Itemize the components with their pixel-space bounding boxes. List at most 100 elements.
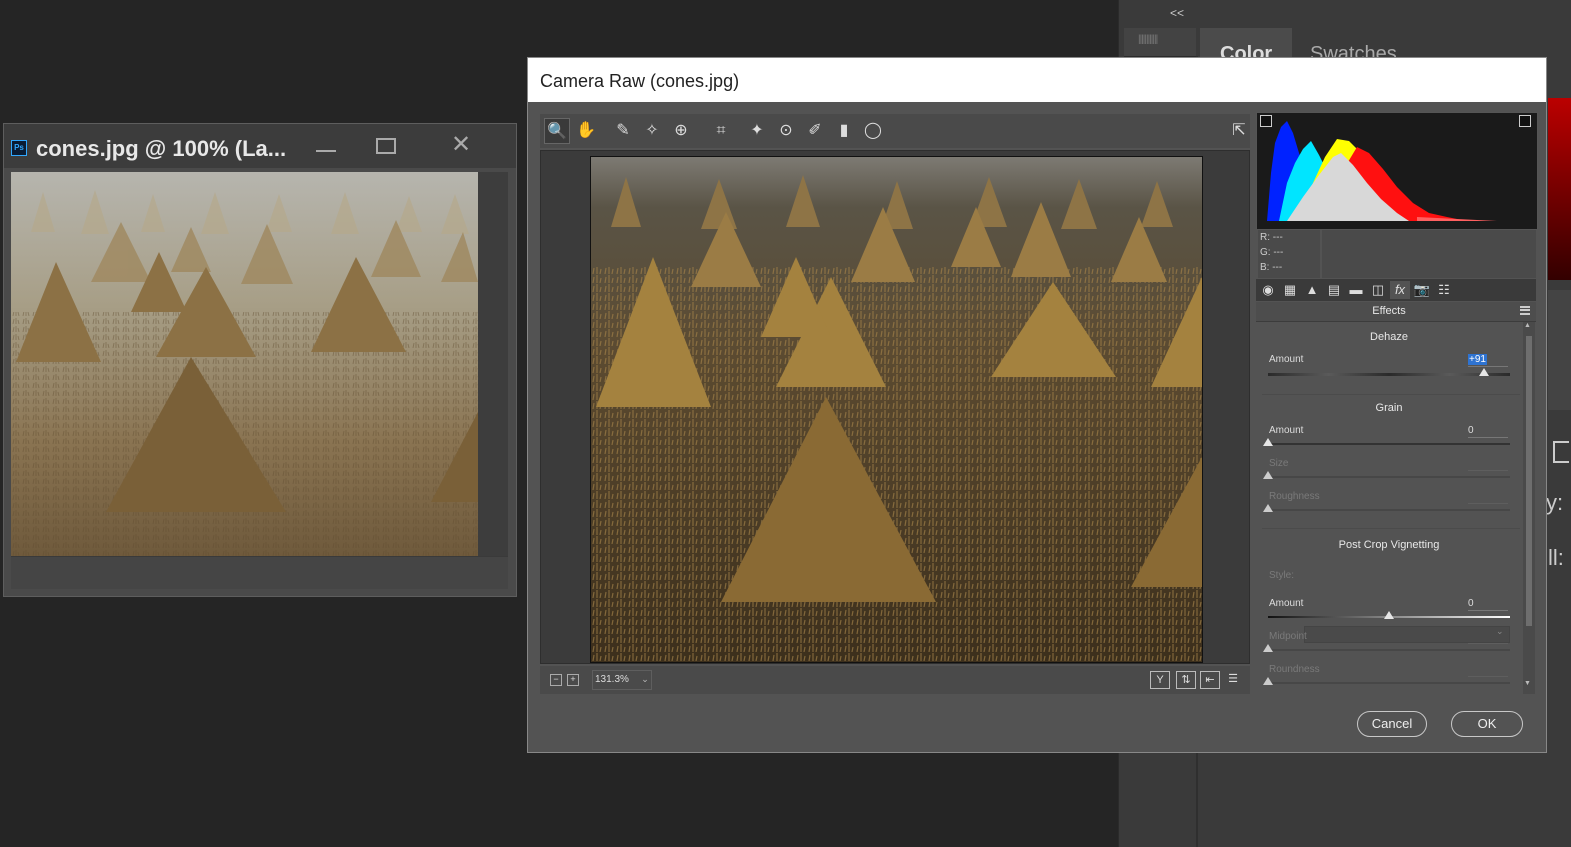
document-window: Ps cones.jpg @ 100% (La... ✕ bbox=[3, 123, 517, 597]
camera-calibration-tab-icon[interactable]: 📷 bbox=[1412, 281, 1432, 299]
scroll-up-icon[interactable]: ▲ bbox=[1524, 322, 1531, 329]
photoshop-icon: Ps bbox=[11, 140, 27, 156]
radial-filter-icon[interactable]: ◯ bbox=[860, 118, 886, 144]
panel-header: Effects bbox=[1256, 302, 1536, 322]
adjustment-brush-icon[interactable]: ✐ bbox=[802, 118, 828, 144]
zoom-out-button[interactable]: − bbox=[550, 674, 562, 686]
vignette-style-label: Style: bbox=[1269, 570, 1295, 581]
zoom-in-button[interactable]: + bbox=[567, 674, 579, 686]
preview-bottom-bar: − + 131.3% ⌄ Y ⇅ ⇤ ☰ bbox=[540, 666, 1250, 694]
hand-tool-icon[interactable]: ✋ bbox=[573, 118, 599, 144]
grip-icon: |||||||||||| bbox=[1138, 34, 1158, 45]
tone-curve-tab-icon[interactable]: ▦ bbox=[1280, 281, 1300, 299]
close-button[interactable]: ✕ bbox=[416, 128, 506, 162]
red-readout: R: --- bbox=[1260, 232, 1283, 243]
red-eye-icon[interactable]: ⊙ bbox=[773, 118, 799, 144]
vignette-roundness-label: Roundness bbox=[1269, 664, 1320, 675]
minimize-button[interactable] bbox=[300, 128, 356, 162]
grain-roughness-value bbox=[1468, 490, 1508, 504]
collapse-panels-icon[interactable]: << bbox=[1170, 6, 1184, 20]
grain-roughness-label: Roughness bbox=[1269, 491, 1320, 502]
swap-settings-icon[interactable]: ⇅ bbox=[1176, 671, 1196, 689]
grain-amount-thumb[interactable] bbox=[1263, 438, 1273, 446]
effects-panel: Dehaze Amount +91 Grain Amount 0 Size Ro… bbox=[1256, 322, 1536, 694]
camera-raw-dialog: Camera Raw (cones.jpg) 🔍 ✋ ✎ ✧ ⊕ ⌗ ✦ ⊙ ✐… bbox=[527, 57, 1547, 753]
vignette-amount-thumb[interactable] bbox=[1384, 611, 1394, 619]
vignette-midpoint-slider bbox=[1268, 649, 1510, 651]
preview-area[interactable] bbox=[540, 150, 1250, 664]
document-titlebar[interactable]: Ps cones.jpg @ 100% (La... ✕ bbox=[4, 124, 516, 168]
readout-area bbox=[1322, 230, 1536, 278]
haystack-photo-dehazed bbox=[591, 157, 1202, 662]
lens-corrections-tab-icon[interactable]: ◫ bbox=[1368, 281, 1388, 299]
color-ramp[interactable] bbox=[1548, 98, 1571, 280]
grain-title: Grain bbox=[1375, 402, 1403, 414]
color-sampler-icon[interactable]: ✧ bbox=[639, 118, 665, 144]
panel-grip[interactable]: |||||||||||| bbox=[1124, 28, 1196, 57]
vignette-amount-label: Amount bbox=[1269, 598, 1304, 609]
preview-preferences-icon[interactable]: ☰ bbox=[1224, 671, 1242, 687]
vignette-midpoint-label: Midpoint bbox=[1269, 631, 1307, 642]
document-canvas[interactable] bbox=[11, 172, 478, 556]
scroll-down-icon[interactable]: ▼ bbox=[1524, 680, 1531, 687]
divider bbox=[1262, 528, 1520, 529]
hsl-tab-icon[interactable]: ▤ bbox=[1324, 281, 1344, 299]
grain-size-thumb bbox=[1263, 471, 1273, 479]
grain-amount-value[interactable]: 0 bbox=[1468, 424, 1508, 438]
shadow-clipping-toggle[interactable] bbox=[1260, 115, 1272, 127]
grain-amount-slider[interactable] bbox=[1268, 443, 1510, 445]
dialog-title: Camera Raw (cones.jpg) bbox=[540, 71, 740, 91]
split-toning-tab-icon[interactable]: ▬ bbox=[1346, 281, 1366, 299]
fullscreen-icon[interactable]: ⇱ bbox=[1226, 118, 1252, 144]
dehaze-title: Dehaze bbox=[1370, 331, 1408, 343]
grain-size-slider bbox=[1268, 476, 1510, 478]
grain-size-value bbox=[1468, 457, 1508, 471]
grain-amount-label: Amount bbox=[1269, 425, 1304, 436]
scrollbar-thumb[interactable] bbox=[1526, 336, 1532, 626]
preview-image bbox=[590, 156, 1203, 663]
panel-menu-icon[interactable] bbox=[1520, 306, 1530, 315]
zoom-tool-icon[interactable]: 🔍 bbox=[544, 118, 570, 144]
haystack-photo-hazy bbox=[11, 172, 478, 556]
graduated-filter-icon[interactable]: ▮ bbox=[831, 118, 857, 144]
panel-tabs: ◉ ▦ ▲ ▤ ▬ ◫ fx 📷 ☷ bbox=[1256, 279, 1536, 301]
panel-label-fragment: y: bbox=[1546, 490, 1564, 515]
histogram-graph bbox=[1267, 121, 1497, 221]
tab-color[interactable]: Color bbox=[1200, 28, 1292, 65]
chevron-down-icon[interactable]: ⌄ bbox=[638, 670, 652, 688]
vignette-title: Post Crop Vignetting bbox=[1338, 539, 1440, 551]
presets-tab-icon[interactable]: ☷ bbox=[1434, 281, 1454, 299]
cancel-button[interactable]: Cancel bbox=[1357, 711, 1427, 737]
detail-tab-icon[interactable]: ▲ bbox=[1302, 281, 1322, 299]
highlight-clipping-toggle[interactable] bbox=[1519, 115, 1531, 127]
tool-bar: 🔍 ✋ ✎ ✧ ⊕ ⌗ ✦ ⊙ ✐ ▮ ◯ ⇱ bbox=[540, 114, 1250, 148]
effects-tab-icon[interactable]: fx bbox=[1390, 281, 1410, 299]
histogram bbox=[1256, 112, 1538, 230]
panel-area bbox=[1548, 290, 1571, 410]
ok-button[interactable]: OK bbox=[1451, 711, 1523, 737]
dehaze-amount-label: Amount bbox=[1269, 354, 1304, 365]
crop-tool-icon[interactable]: ⌗ bbox=[708, 118, 734, 144]
white-balance-icon[interactable]: ✎ bbox=[610, 118, 636, 144]
dehaze-amount-field[interactable]: +91 bbox=[1468, 353, 1508, 367]
panel-title: Effects bbox=[1372, 305, 1406, 317]
vertical-scrollbar[interactable] bbox=[478, 172, 508, 556]
vignette-amount-value[interactable]: 0 bbox=[1468, 597, 1508, 611]
before-after-icon[interactable]: Y bbox=[1150, 671, 1170, 689]
copy-settings-icon[interactable]: ⇤ bbox=[1200, 671, 1220, 689]
tab-swatches[interactable]: Swatches bbox=[1294, 28, 1414, 65]
vignette-roundness-slider bbox=[1268, 682, 1510, 684]
maximize-button[interactable] bbox=[356, 128, 416, 162]
spot-removal-icon[interactable]: ✦ bbox=[744, 118, 770, 144]
vignette-midpoint-value bbox=[1468, 630, 1508, 644]
vignette-roundness-value bbox=[1468, 663, 1508, 677]
transform-icon[interactable] bbox=[1553, 441, 1569, 463]
vignette-roundness-thumb bbox=[1263, 677, 1273, 685]
dehaze-amount-slider[interactable] bbox=[1268, 373, 1510, 376]
basic-tab-icon[interactable]: ◉ bbox=[1258, 281, 1278, 299]
blue-readout: B: --- bbox=[1260, 262, 1283, 273]
dehaze-slider-thumb[interactable] bbox=[1479, 368, 1489, 376]
targeted-adjustment-icon[interactable]: ⊕ bbox=[668, 118, 694, 144]
panel-scrollbar[interactable]: ▲ ▼ bbox=[1523, 322, 1535, 694]
dialog-titlebar[interactable]: Camera Raw (cones.jpg) bbox=[528, 58, 1546, 102]
